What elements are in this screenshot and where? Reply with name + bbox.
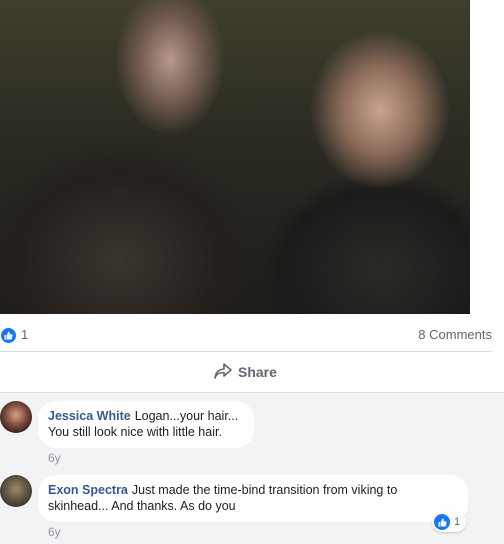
comment-reaction-badge[interactable]: 1 [432,512,467,532]
reactions-bar: 1 8 Comments [0,322,504,348]
comment-reaction-count: 1 [454,516,461,528]
post-photo[interactable] [0,0,470,314]
like-reaction-icon [434,514,450,530]
comment-timestamp[interactable]: 6y [48,451,61,465]
comments-count-link[interactable]: 8 Comments [418,327,492,342]
reaction-count[interactable]: 1 [21,327,28,342]
comment-author[interactable]: Exon Spectra [48,483,128,497]
comment-timestamp[interactable]: 6y [48,525,61,539]
divider [0,351,492,352]
comment-bubble: Jessica White Logan...your hair... You st… [38,401,254,448]
avatar[interactable] [0,475,32,507]
share-button[interactable]: Share [214,360,277,384]
comment-author[interactable]: Jessica White [48,409,131,423]
share-label: Share [238,364,277,380]
comment-bubble: Exon Spectra Just made the time-bind tran… [38,475,468,522]
avatar[interactable] [0,401,32,433]
share-icon [214,362,232,382]
like-reaction-icon[interactable] [1,328,16,343]
